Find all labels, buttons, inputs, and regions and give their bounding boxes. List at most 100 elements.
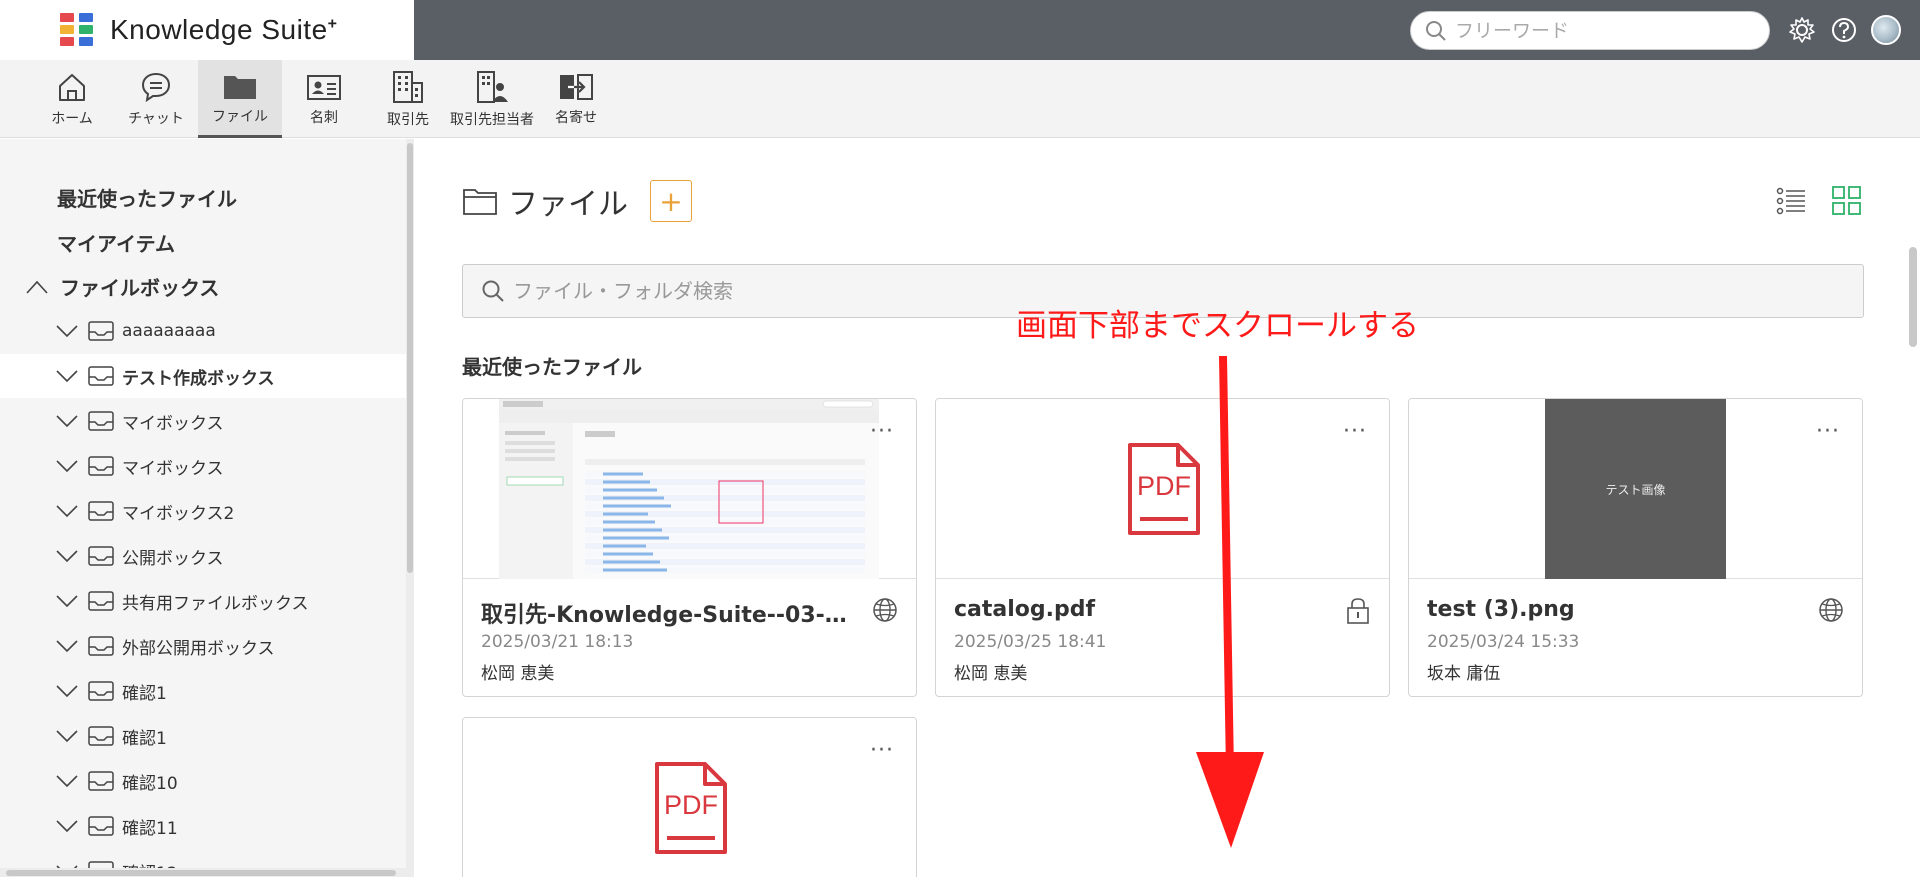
nav-chat[interactable]: チャット bbox=[114, 60, 198, 138]
sidebar-box-item[interactable]: マイボックス bbox=[0, 444, 406, 488]
sidebar-recent[interactable]: 最近使ったファイル bbox=[57, 183, 237, 212]
nav-merge[interactable]: 名寄せ bbox=[534, 60, 618, 138]
inbox-icon bbox=[88, 321, 114, 341]
folder-outline-icon bbox=[463, 189, 497, 215]
page-title-text: ファイル bbox=[508, 187, 628, 222]
inbox-icon bbox=[88, 771, 114, 791]
nav-contact-label: 取引先担当者 bbox=[450, 112, 534, 128]
sidebar-box-item[interactable]: 確認11 bbox=[0, 804, 406, 848]
globe-icon bbox=[1818, 597, 1844, 627]
nav-contact[interactable]: 取引先担当者 bbox=[450, 60, 534, 138]
sidebar-file-box[interactable]: ファイルボックス bbox=[26, 272, 219, 301]
file-date: 2025/03/25 18:41 bbox=[954, 632, 1107, 652]
sidebar-box-item[interactable]: テスト作成ボックス bbox=[0, 354, 406, 398]
top-bar: Knowledge Suite+ bbox=[0, 0, 1920, 60]
nav-chat-label: チャット bbox=[128, 111, 184, 127]
scroll-thumb[interactable] bbox=[1909, 247, 1917, 347]
brand-logo-icon bbox=[60, 13, 94, 47]
add-button[interactable]: + bbox=[650, 180, 692, 222]
avatar bbox=[1871, 15, 1901, 45]
global-search[interactable] bbox=[1410, 11, 1770, 50]
file-card[interactable]: ··· 取引先-Knowledge-Suite--03-21… 2025/03/… bbox=[462, 398, 917, 697]
sidebar-box-item[interactable]: 公開ボックス bbox=[0, 534, 406, 578]
chevron-up-icon[interactable] bbox=[26, 280, 48, 294]
thumb-row-text bbox=[603, 568, 667, 572]
inbox-icon bbox=[88, 366, 114, 386]
chevron-down-icon[interactable] bbox=[56, 819, 78, 833]
sidebar-box-item[interactable]: 確認1 bbox=[0, 669, 406, 713]
sidebar-box-label: テスト作成ボックス bbox=[122, 368, 275, 389]
chevron-down-icon[interactable] bbox=[56, 414, 78, 428]
brand[interactable]: Knowledge Suite+ bbox=[0, 0, 414, 60]
file-date: 2025/03/24 15:33 bbox=[1427, 632, 1580, 652]
nav-file[interactable]: ファイル bbox=[198, 60, 282, 138]
sidebar-box-item[interactable]: マイボックス bbox=[0, 399, 406, 443]
more-options-button[interactable]: ··· bbox=[870, 419, 894, 444]
thumb-row-text bbox=[603, 552, 653, 556]
chevron-down-icon[interactable] bbox=[56, 729, 78, 743]
inbox-icon bbox=[88, 591, 114, 611]
file-date: 2025/03/21 18:13 bbox=[481, 632, 634, 652]
global-search-input[interactable] bbox=[1455, 19, 1755, 42]
nav-file-label: ファイル bbox=[212, 108, 268, 125]
chevron-down-icon[interactable] bbox=[56, 549, 78, 563]
grid-view-button[interactable] bbox=[1829, 183, 1865, 219]
grid-view-icon bbox=[1832, 186, 1861, 215]
more-options-button[interactable]: ··· bbox=[1816, 419, 1840, 444]
lock-icon bbox=[1345, 597, 1371, 629]
chevron-down-icon[interactable] bbox=[56, 594, 78, 608]
scroll-thumb[interactable] bbox=[6, 870, 396, 876]
nav-account[interactable]: 取引先 bbox=[366, 60, 450, 138]
nav-home[interactable]: ホーム bbox=[30, 60, 114, 138]
folder-icon bbox=[224, 75, 256, 99]
chevron-down-icon[interactable] bbox=[56, 504, 78, 518]
help-icon[interactable] bbox=[1828, 14, 1860, 46]
chevron-down-icon[interactable] bbox=[56, 639, 78, 653]
nav-account-label: 取引先 bbox=[387, 112, 429, 128]
thumb-row-text bbox=[603, 488, 657, 492]
sidebar-my-items[interactable]: マイアイテム bbox=[57, 228, 175, 257]
main-scrollbar[interactable] bbox=[1906, 139, 1920, 877]
sidebar-box-label: 共有用ファイルボックス bbox=[122, 593, 309, 614]
building-icon bbox=[393, 71, 423, 103]
chevron-down-icon[interactable] bbox=[56, 684, 78, 698]
chevron-down-icon[interactable] bbox=[56, 369, 78, 383]
sidebar-box-label: 外部公開用ボックス bbox=[122, 638, 275, 659]
sidebar-scrollbar[interactable] bbox=[406, 139, 414, 877]
inbox-icon bbox=[88, 681, 114, 701]
thumb-row-text bbox=[603, 504, 671, 508]
file-card[interactable]: PDF ··· catalog.pdf 2025/03/25 18:41 松岡 … bbox=[935, 398, 1390, 697]
more-options-button[interactable]: ··· bbox=[1343, 419, 1367, 444]
inbox-icon bbox=[88, 456, 114, 476]
sidebar-box-label: 確認1 bbox=[122, 683, 167, 704]
sidebar-box-item[interactable]: 確認1 bbox=[0, 714, 406, 758]
file-owner: 松岡 恵美 bbox=[481, 664, 555, 684]
file-name[interactable]: 取引先-Knowledge-Suite--03-21… bbox=[481, 597, 851, 629]
pdf-label: PDF bbox=[1137, 471, 1191, 501]
scroll-thumb[interactable] bbox=[407, 143, 413, 573]
gear-icon[interactable] bbox=[1786, 14, 1818, 46]
inbox-icon bbox=[88, 501, 114, 521]
sidebar-h-scrollbar[interactable] bbox=[0, 868, 406, 877]
chevron-down-icon[interactable] bbox=[56, 324, 78, 338]
list-view-button[interactable] bbox=[1773, 183, 1809, 219]
sidebar-box-item[interactable]: 確認10 bbox=[0, 759, 406, 803]
user-avatar[interactable] bbox=[1870, 14, 1902, 46]
arrow-down-icon bbox=[1196, 356, 1264, 848]
file-card[interactable]: PDF ··· bbox=[462, 717, 917, 877]
file-name[interactable]: test (3).png bbox=[1427, 597, 1797, 622]
file-card[interactable]: テスト画像 ··· test (3).png 2025/03/24 15:33 … bbox=[1408, 398, 1863, 697]
chevron-down-icon[interactable] bbox=[56, 774, 78, 788]
thumb-row-text bbox=[603, 528, 662, 532]
sidebar-box-item[interactable]: 外部公開用ボックス bbox=[0, 624, 406, 668]
nav-business-card-label: 名刺 bbox=[310, 110, 338, 126]
sidebar-box-item[interactable]: 共有用ファイルボックス bbox=[0, 579, 406, 623]
more-options-button[interactable]: ··· bbox=[870, 738, 894, 763]
file-thumbnail: PDF bbox=[463, 718, 916, 877]
sidebar-box-label: マイボックス2 bbox=[122, 503, 235, 524]
sidebar-box-item[interactable]: aaaaaaaaa bbox=[0, 309, 406, 353]
thumb-row-text bbox=[603, 544, 646, 548]
chevron-down-icon[interactable] bbox=[56, 459, 78, 473]
sidebar-box-item[interactable]: マイボックス2 bbox=[0, 489, 406, 533]
nav-business-card[interactable]: 名刺 bbox=[282, 60, 366, 138]
